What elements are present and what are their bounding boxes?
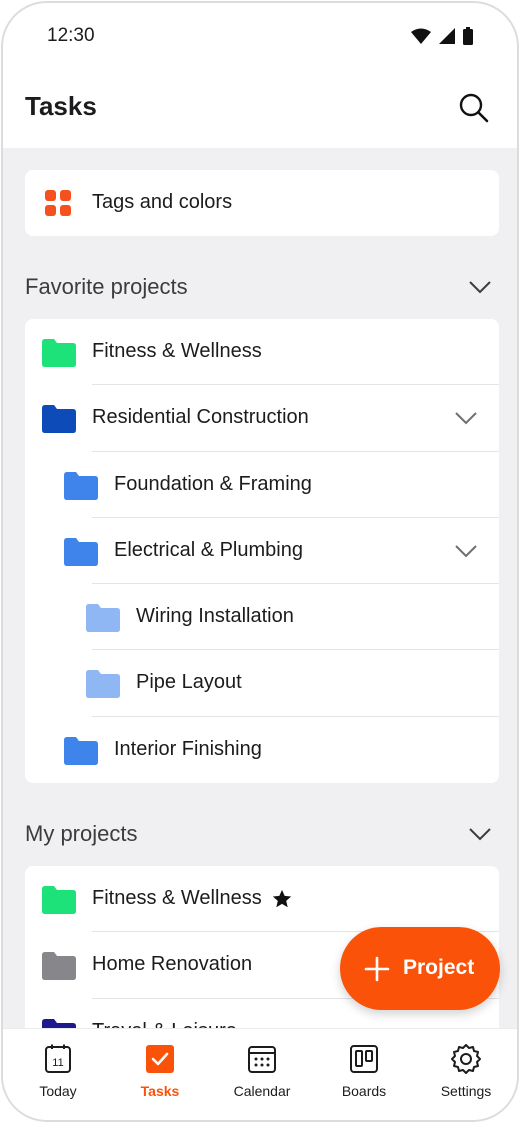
nav-today[interactable]: 11 Today: [13, 1043, 103, 1111]
bottom-navigation: 11 Today Tasks Calendar Boards Settings: [3, 1028, 517, 1120]
calendar-grid-icon: [248, 1046, 276, 1073]
project-row[interactable]: Fitness & Wellness: [25, 866, 499, 933]
folder-icon: [42, 952, 76, 981]
signal-icon: [439, 28, 455, 44]
nav-calendar[interactable]: Calendar: [217, 1043, 307, 1111]
status-time: 12:30: [47, 25, 95, 46]
chevron-down-icon[interactable]: [453, 405, 479, 431]
project-row[interactable]: Fitness & Wellness: [25, 319, 499, 386]
battery-icon: [463, 27, 473, 45]
chevron-down-icon[interactable]: [467, 821, 493, 847]
star-icon: [272, 889, 292, 908]
nav-tasks-label: Tasks: [140, 1083, 180, 1099]
project-label: Travel & Leisure: [92, 1020, 237, 1028]
chevron-down-icon[interactable]: [467, 274, 493, 300]
project-label: Fitness & Wellness: [92, 887, 262, 909]
folder-icon: [64, 736, 98, 765]
page-title: Tasks: [25, 91, 97, 121]
board-columns-icon: [350, 1045, 378, 1073]
favorite-projects-list: Fitness & Wellness Residential Constructi…: [25, 319, 499, 783]
project-row[interactable]: Residential Construction: [25, 385, 499, 452]
my-projects-header[interactable]: My projects: [25, 813, 499, 853]
folder-icon: [42, 1018, 76, 1028]
plus-icon: [364, 956, 390, 982]
project-label: Residential Construction: [92, 406, 309, 429]
folder-icon: [86, 670, 120, 699]
today-day-number: 11: [52, 1057, 63, 1069]
favorite-projects-title: Favorite projects: [25, 274, 188, 299]
calendar-day-icon: 11: [45, 1044, 71, 1073]
folder-icon: [64, 537, 98, 566]
project-label: Electrical & Plumbing: [114, 538, 303, 561]
add-project-label: Project: [403, 956, 475, 979]
search-icon[interactable]: [457, 91, 491, 125]
project-row[interactable]: Electrical & Plumbing: [25, 518, 499, 585]
tags-and-colors-label: Tags and colors: [92, 191, 233, 213]
nav-calendar-label: Calendar: [233, 1083, 291, 1099]
gear-icon: [451, 1044, 481, 1074]
tags-grid-icon: [45, 190, 71, 216]
project-row[interactable]: Wiring Installation: [25, 584, 499, 651]
app-header: 12:30 Tasks: [3, 3, 517, 148]
check-square-icon: [146, 1045, 174, 1073]
nav-today-label: Today: [39, 1083, 77, 1099]
nav-settings-label: Settings: [440, 1083, 492, 1099]
project-label: Fitness & Wellness: [92, 340, 262, 362]
folder-icon: [42, 405, 76, 434]
project-label: Foundation & Framing: [114, 472, 312, 495]
status-icons: [411, 27, 473, 45]
content-area: Tags and colors Favorite projects Fitnes…: [3, 148, 517, 1028]
add-project-button[interactable]: Project: [340, 927, 500, 1010]
my-projects-title: My projects: [25, 821, 138, 846]
project-label: Interior Finishing: [114, 737, 262, 760]
tags-and-colors-card[interactable]: Tags and colors: [25, 170, 499, 236]
project-row[interactable]: Interior Finishing: [25, 717, 499, 783]
chevron-down-icon[interactable]: [453, 538, 479, 564]
project-row[interactable]: Pipe Layout: [25, 650, 499, 717]
project-label: Wiring Installation: [136, 605, 294, 628]
folder-icon: [64, 471, 98, 500]
project-label: Pipe Layout: [136, 671, 242, 694]
project-row[interactable]: Foundation & Framing: [25, 452, 499, 518]
nav-settings[interactable]: Settings: [421, 1043, 511, 1111]
nav-boards-label: Boards: [341, 1083, 387, 1099]
nav-tasks[interactable]: Tasks: [115, 1043, 205, 1111]
wifi-icon: [411, 28, 431, 44]
project-label: Home Renovation: [92, 953, 253, 976]
phone-frame: 12:30 Tasks Tags and colors Favorite pro…: [1, 1, 519, 1122]
folder-icon: [42, 339, 76, 367]
favorite-projects-header[interactable]: Favorite projects: [25, 266, 499, 306]
folder-icon: [86, 604, 120, 633]
folder-icon: [42, 886, 76, 914]
nav-boards[interactable]: Boards: [319, 1043, 409, 1111]
